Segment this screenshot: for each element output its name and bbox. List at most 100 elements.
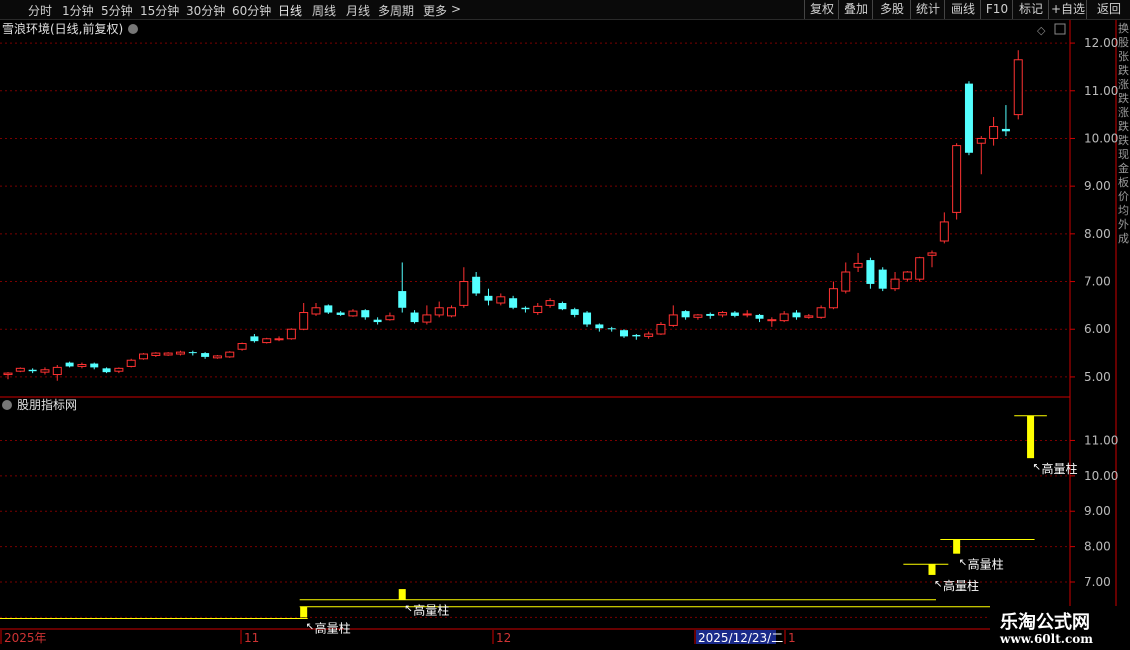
more-chevron-icon[interactable]: > xyxy=(451,2,461,16)
main-y-tick-label: 12.00 xyxy=(1084,36,1118,50)
tab-period-8[interactable]: 月线 xyxy=(346,2,370,19)
candle-down xyxy=(28,369,37,372)
main-y-tick-label: 10.00 xyxy=(1084,131,1118,145)
toolbar-button-0[interactable]: 复权 xyxy=(804,0,839,19)
toolbar-button-8[interactable]: 返回 xyxy=(1086,0,1130,19)
candle-up xyxy=(902,271,912,280)
candle-down xyxy=(509,298,518,308)
collapse-chevron-icon xyxy=(2,400,12,410)
candle-down xyxy=(866,260,875,284)
candle-up xyxy=(139,353,149,360)
tab-period-4[interactable]: 30分钟 xyxy=(186,2,225,19)
candle-up xyxy=(804,315,814,318)
candle-up xyxy=(533,305,543,314)
high-volume-bar xyxy=(398,589,406,600)
candle-up xyxy=(496,296,506,304)
candle-down xyxy=(472,276,481,294)
candle-down xyxy=(964,83,973,153)
candle-up xyxy=(40,369,50,373)
candle-up xyxy=(15,367,25,372)
marker-arrow: ↖ xyxy=(934,579,942,590)
sub-y-tick-label: 10.00 xyxy=(1084,469,1118,483)
sub-y-tick-label: 8.00 xyxy=(1084,540,1111,554)
candle-down xyxy=(706,313,715,316)
chart-canvas: 12.00 11.00 10.00 9.00 8.00 7.00 6.00 5.00 11.00… xyxy=(0,20,1130,650)
candle-down xyxy=(607,328,616,330)
main-y-tick-label: 7.00 xyxy=(1084,275,1111,289)
candle-down xyxy=(755,314,764,319)
watermark-logo-text: 乐淘公式网 xyxy=(1000,612,1090,633)
candle-down xyxy=(558,303,567,310)
toolbar-button-3[interactable]: 统计 xyxy=(910,0,945,19)
candle-down xyxy=(484,295,493,301)
tab-period-1[interactable]: 1分钟 xyxy=(62,2,94,19)
high-volume-bar xyxy=(928,564,936,575)
site-watermark: 乐淘公式网 www.60lt.com xyxy=(990,606,1130,650)
toolbar-button-1[interactable]: 叠加 xyxy=(838,0,873,19)
quote-sidebar-text: 换股张跌涨跌涨跌跌现金板价均外成 xyxy=(1118,22,1129,245)
tab-period-7[interactable]: 周线 xyxy=(312,2,336,19)
candle-up xyxy=(299,312,309,330)
high-volume-label: 高量柱 xyxy=(943,578,979,593)
candle-down xyxy=(65,362,74,367)
high-volume-bar xyxy=(1027,415,1035,459)
watermark-url-text: www.60lt.com xyxy=(1000,632,1093,646)
candle-up xyxy=(52,366,62,376)
toolbar-button-2[interactable]: 多股 xyxy=(872,0,911,19)
candle-up xyxy=(779,313,789,322)
candle-up xyxy=(767,319,777,322)
candle-up xyxy=(77,364,87,367)
candle-down xyxy=(595,324,604,329)
tab-period-0[interactable]: 分时 xyxy=(28,2,52,19)
candle-up xyxy=(853,262,863,268)
candle-down xyxy=(681,311,690,318)
candle-up xyxy=(237,343,247,350)
toolbar-button-7[interactable]: +自选 xyxy=(1048,0,1087,19)
candle-up xyxy=(644,333,654,337)
candle-down xyxy=(102,368,111,373)
tab-period-5[interactable]: 60分钟 xyxy=(232,2,271,19)
high-volume-label: 高量柱 xyxy=(1042,461,1078,476)
tab-period-6[interactable]: 日线 xyxy=(278,2,302,19)
x-axis-label: 2025年 xyxy=(4,631,47,645)
x-axis-label: 2025/12/23/二 xyxy=(698,631,783,645)
sub-y-tick-label: 11.00 xyxy=(1084,433,1118,447)
toolbar-button-5[interactable]: F10 xyxy=(980,0,1013,19)
candle-down xyxy=(361,310,370,318)
candle-up xyxy=(447,307,457,317)
candle-up xyxy=(668,314,678,326)
candle-up xyxy=(742,313,752,316)
tab-period-3[interactable]: 15分钟 xyxy=(140,2,179,19)
candle-up xyxy=(841,271,851,292)
candle-down xyxy=(188,352,197,354)
candle-up xyxy=(656,323,666,335)
marker-arrow: ↖ xyxy=(959,558,967,569)
candle-down xyxy=(410,312,419,323)
candle-up xyxy=(163,352,173,356)
main-y-tick-label: 6.00 xyxy=(1084,322,1111,336)
candle-up xyxy=(915,257,925,280)
marker-arrow: ↖ xyxy=(1033,462,1041,473)
candle-down xyxy=(398,291,407,308)
window-icon xyxy=(1054,23,1066,35)
collapse-chevron-icon xyxy=(128,24,138,34)
toolbar-button-6[interactable]: 标记 xyxy=(1012,0,1049,19)
candle-up xyxy=(939,221,949,242)
tab-period-9[interactable]: 多周期 xyxy=(378,2,414,19)
tab-period-2[interactable]: 5分钟 xyxy=(101,2,133,19)
candle-up xyxy=(274,338,284,341)
main-y-tick-label: 9.00 xyxy=(1084,179,1111,193)
candle-up xyxy=(1013,59,1023,116)
x-axis-label: 1 xyxy=(788,631,796,645)
candle-up xyxy=(828,288,838,309)
candle-up xyxy=(989,126,999,139)
tab-period-10[interactable]: 更多 xyxy=(423,2,447,19)
high-volume-bar xyxy=(300,606,308,618)
candle-up xyxy=(816,307,826,318)
candle-up xyxy=(434,307,444,316)
toolbar-button-4[interactable]: 画线 xyxy=(944,0,981,19)
high-volume-label: 高量柱 xyxy=(413,603,449,618)
indicator-panel-title: 股朋指标网 xyxy=(17,397,77,412)
candle-up xyxy=(385,315,395,321)
high-volume-bar xyxy=(953,539,961,554)
